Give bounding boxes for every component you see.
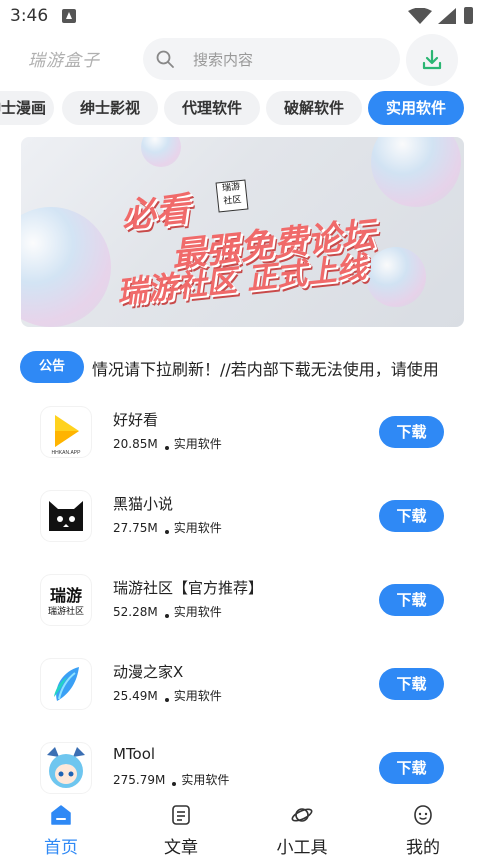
list-item[interactable]: HHKAN.APP 好好看 20.85M 实用软件 下载 [0, 407, 484, 491]
list-item[interactable]: 动漫之家X 25.49M 实用软件 下载 [0, 659, 484, 743]
download-icon [422, 49, 442, 70]
svg-text:瑞游社区: 瑞游社区 [48, 605, 84, 617]
nav-label-tools: 小工具 [276, 838, 328, 858]
app-name: 动漫之家X [113, 663, 184, 681]
download-button[interactable]: 下载 [379, 500, 444, 532]
tab-category-5[interactable]: 实用软件 [368, 91, 464, 125]
bottom-nav: 首页 文章 小工具 我的 [0, 796, 484, 860]
list-item[interactable]: 瑞游 瑞游社区 瑞游社区【官方推荐】 52.28M 实用软件 下载 [0, 575, 484, 659]
separator-dot [164, 446, 169, 450]
separator-dot [164, 614, 169, 618]
app-size: 25.49M [113, 689, 158, 703]
app-meta: 275.79M 实用软件 [113, 771, 229, 788]
download-manager-button[interactable] [406, 34, 458, 86]
app-meta: 52.28M 实用软件 [113, 603, 222, 620]
svg-text:HHKAN.APP: HHKAN.APP [52, 450, 82, 456]
bubble-decoration [366, 247, 426, 307]
announcement-text: 情况请下拉刷新！//若内部下载无法使用，请使用 [92, 360, 439, 379]
article-icon [172, 805, 190, 825]
announcement-marquee[interactable]: 情况请下拉刷新！//若内部下载无法使用，请使用 [92, 351, 466, 383]
app-category: 实用软件 [173, 521, 222, 535]
app-meta: 27.75M 实用软件 [113, 519, 222, 536]
app-category: 实用软件 [181, 773, 230, 787]
nav-item-articles[interactable]: 文章 [141, 796, 221, 860]
nav-label-home: 首页 [44, 838, 78, 858]
bubble-decoration [21, 207, 111, 327]
nav-item-profile[interactable]: 我的 [383, 796, 463, 860]
nav-label-profile: 我的 [406, 838, 440, 858]
home-icon [51, 805, 71, 825]
search-bar[interactable]: 搜索内容 [143, 38, 400, 80]
list-item[interactable]: 黑猫小说 27.75M 实用软件 下载 [0, 491, 484, 575]
svg-text:瑞游: 瑞游 [50, 586, 82, 605]
separator-dot [164, 698, 169, 702]
download-button[interactable]: 下载 [379, 416, 444, 448]
wifi-icon [408, 8, 432, 24]
app-meta: 20.85M 实用软件 [113, 435, 222, 452]
search-icon [156, 50, 174, 68]
battery-icon [464, 7, 473, 24]
tab-category-1[interactable]: 绅士漫画 [0, 91, 54, 125]
black-cat-icon [41, 491, 91, 541]
app-size: 20.85M [113, 437, 158, 451]
nav-item-home[interactable]: 首页 [21, 796, 101, 860]
app-category: 实用软件 [173, 437, 222, 451]
signal-icon [438, 8, 456, 24]
app-size: 27.75M [113, 521, 158, 535]
tab-category-4[interactable]: 破解软件 [266, 91, 362, 125]
separator-dot [164, 530, 169, 534]
status-time: 3:46 [10, 6, 49, 26]
app-category: 实用软件 [173, 605, 222, 619]
download-button[interactable]: 下载 [379, 668, 444, 700]
app-category: 实用软件 [173, 689, 222, 703]
app-name: MTool [113, 745, 156, 763]
search-input[interactable]: 搜索内容 [193, 49, 253, 70]
banner-stamp: 瑞游 社区 [215, 179, 249, 213]
announcement-tag: 公告 [20, 351, 84, 383]
app-size: 52.28M [113, 605, 158, 619]
status-bar: 3:46 [0, 0, 484, 32]
app-name: 瑞游社区【官方推荐】 [113, 579, 264, 597]
nav-label-articles: 文章 [164, 838, 198, 858]
announcement-bar: 公告 情况请下拉刷新！//若内部下载无法使用，请使用 [20, 351, 466, 383]
nav-item-tools[interactable]: 小工具 [262, 796, 342, 860]
planet-icon [291, 808, 313, 822]
hhkan-app-icon: HHKAN.APP [41, 407, 91, 457]
app-name: 黑猫小说 [113, 495, 174, 513]
tab-category-2[interactable]: 绅士影视 [62, 91, 158, 125]
app-logo: 瑞游盒子 [28, 51, 100, 71]
download-button[interactable]: 下载 [379, 752, 444, 784]
ruiyou-community-icon: 瑞游 瑞游社区 [41, 575, 91, 625]
app-header: 瑞游盒子 搜索内容 [0, 34, 484, 86]
app-meta: 25.49M 实用软件 [113, 687, 222, 704]
anime-girl-icon [41, 743, 91, 793]
profile-icon [414, 805, 432, 825]
feather-icon [41, 659, 91, 709]
notification-icon [62, 9, 76, 23]
category-tabs: 绅士漫画 绅士影视 代理软件 破解软件 实用软件 [0, 91, 484, 125]
download-button[interactable]: 下载 [379, 584, 444, 616]
separator-dot [172, 782, 177, 786]
bubble-decoration [371, 137, 461, 207]
app-name: 好好看 [113, 411, 159, 429]
promo-banner[interactable]: 必看 瑞游 社区 最强免费论坛 瑞游社区 正式上线 [21, 137, 464, 327]
tab-category-3[interactable]: 代理软件 [164, 91, 260, 125]
bubble-decoration [141, 137, 181, 167]
app-size: 275.79M [113, 773, 166, 787]
